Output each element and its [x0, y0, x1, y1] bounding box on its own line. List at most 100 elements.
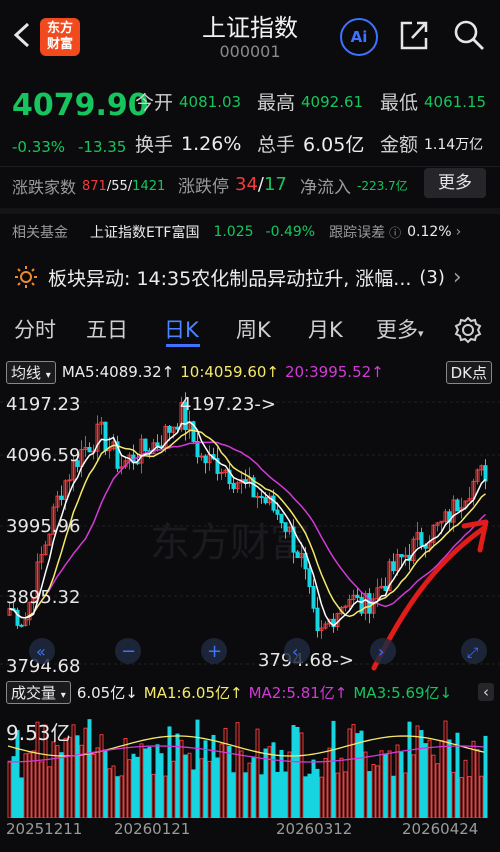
low-value: 4061.15 [424, 92, 487, 111]
volume-bar [47, 766, 52, 818]
candle [271, 495, 276, 511]
volume-bar [223, 727, 228, 818]
volume-bar [255, 728, 260, 818]
candle [59, 495, 64, 500]
volume-bar [347, 728, 352, 818]
date-label-3: 20260312 [276, 820, 353, 838]
volume-bar [191, 769, 196, 818]
plus-icon: + [207, 641, 222, 662]
zoom-out-button[interactable]: − [115, 638, 141, 664]
volume-bar [215, 757, 220, 818]
collapse-button[interactable]: ‹ [478, 683, 494, 701]
y-tick-3: 3995.96 [6, 516, 80, 537]
candle [19, 624, 24, 627]
scroll-left-button[interactable]: « [29, 638, 55, 664]
candle [143, 438, 148, 452]
tab-intraday[interactable]: 分时 [14, 314, 56, 344]
candle [279, 513, 284, 524]
volume-indicator-type: 成交量 [11, 683, 57, 702]
fund-name: 上证指数ETF富国 [90, 225, 200, 241]
volume-bar [299, 732, 304, 818]
volume-indicator-selector[interactable]: 成交量 ▾ [6, 680, 71, 704]
period-tabs: 分时 五日 日K 周K 月K 更多▾ [0, 306, 500, 352]
volume-bar [239, 750, 244, 818]
low-label: 最低 [380, 92, 419, 114]
volume-bar [359, 730, 364, 818]
tab-weekly-k[interactable]: 周K [236, 314, 271, 344]
ma10-label: 10:4059.60↑ [180, 363, 279, 381]
indicator-selector[interactable]: 均线 ▾ [6, 360, 56, 384]
tab-monthly-k[interactable]: 月K [308, 314, 343, 344]
candle [255, 495, 260, 498]
volume-bar [119, 775, 124, 818]
tab-five-day[interactable]: 五日 [86, 314, 128, 344]
breadth-down: 1421 [132, 178, 166, 194]
volume-bar [419, 730, 424, 818]
sector-alert-bar[interactable]: 板块异动: 14:35农化制品异动拉升, 涨幅... (3) › [0, 256, 500, 298]
limit-down: 17 [263, 174, 287, 195]
chevron-right-icon: › [378, 642, 384, 661]
gear-icon[interactable] [454, 316, 482, 344]
indicator-type: 均线 [11, 363, 42, 382]
fund-change: -0.49% [265, 224, 316, 240]
dk-label: DK点 [450, 363, 487, 382]
ai-assistant-button[interactable]: Ai [340, 18, 378, 56]
stock-code: 000001 [219, 42, 281, 61]
candle [155, 442, 160, 447]
zoom-in-button[interactable]: + [201, 638, 227, 664]
ma20-label: 20:3995.52↑ [284, 363, 384, 381]
candle [419, 532, 424, 546]
open-value: 4081.03 [179, 92, 242, 111]
chevron-left-icon: « [36, 642, 46, 661]
tab-more[interactable]: 更多▾ [376, 314, 424, 344]
volume-bar [87, 719, 92, 818]
app-logo: 东方 财富 [40, 18, 80, 56]
volume-bar [387, 750, 392, 818]
volume-bar [71, 724, 76, 818]
volume-bar [95, 747, 100, 818]
open-stat: 今开 4081.03 [135, 88, 241, 115]
volume-bar [243, 772, 248, 818]
volume-bar [423, 743, 428, 818]
volume-bar [339, 757, 344, 818]
volume-ma3: MA3:5.69亿↓ [353, 683, 453, 702]
volume-bar [7, 760, 12, 818]
tab-daily-k[interactable]: 日K [164, 314, 199, 344]
expand-icon: ⤢ [467, 645, 478, 661]
volume-bar [355, 733, 360, 818]
candle [195, 441, 200, 458]
chevron-right-icon: › [452, 264, 462, 290]
logo-line1: 东方 [46, 21, 73, 36]
help-icon[interactable]: ⓘ [389, 224, 401, 241]
turnover-value: 1.26% [181, 132, 242, 155]
kline-chart[interactable]: 东方财富 4197.23 4096.59 3995.96 3895.32 379… [0, 386, 500, 676]
volume-chart[interactable]: 9.53亿 [0, 706, 500, 818]
alert-count: (3) [419, 266, 445, 288]
breadth-flat: 55 [111, 178, 128, 194]
fullscreen-button[interactable]: ⤢ [461, 638, 487, 664]
amount-label: 金额 [380, 134, 419, 156]
volume-bar [451, 771, 456, 818]
step-right-button[interactable]: › [370, 638, 396, 664]
candle [295, 551, 300, 558]
step-left-button[interactable]: ‹ [284, 638, 310, 664]
volume-bar [399, 751, 404, 818]
more-stats-button[interactable]: 更多 [424, 168, 486, 198]
ma-legend: 均线 ▾ MA5:4089.32↑ 10:4059.60↑ 20:3995.52… [0, 358, 500, 386]
volume-bar [211, 734, 216, 818]
volume-bar [351, 724, 356, 818]
related-fund-row[interactable]: 相关基金 上证指数ETF富国 1.025 -0.49% 跟踪误差 ⓘ 0.12%… [12, 222, 492, 242]
dk-point-button[interactable]: DK点 [445, 360, 492, 384]
volume-bar [127, 759, 132, 818]
candle [275, 509, 280, 515]
back-arrow-icon[interactable] [10, 20, 36, 50]
candle [259, 495, 264, 499]
volume-legend: 成交量 ▾ 6.05亿↓ MA1:6.05亿↑ MA2:5.81亿↑ MA3:5… [0, 678, 500, 706]
search-icon[interactable] [452, 18, 486, 52]
date-label-2: 20260121 [114, 820, 191, 838]
volume-bar [183, 754, 188, 818]
volume-bar [163, 775, 168, 818]
share-icon[interactable] [398, 18, 430, 52]
volume-ma2: MA2:5.81亿↑ [248, 683, 348, 702]
volume-bar [203, 740, 208, 818]
